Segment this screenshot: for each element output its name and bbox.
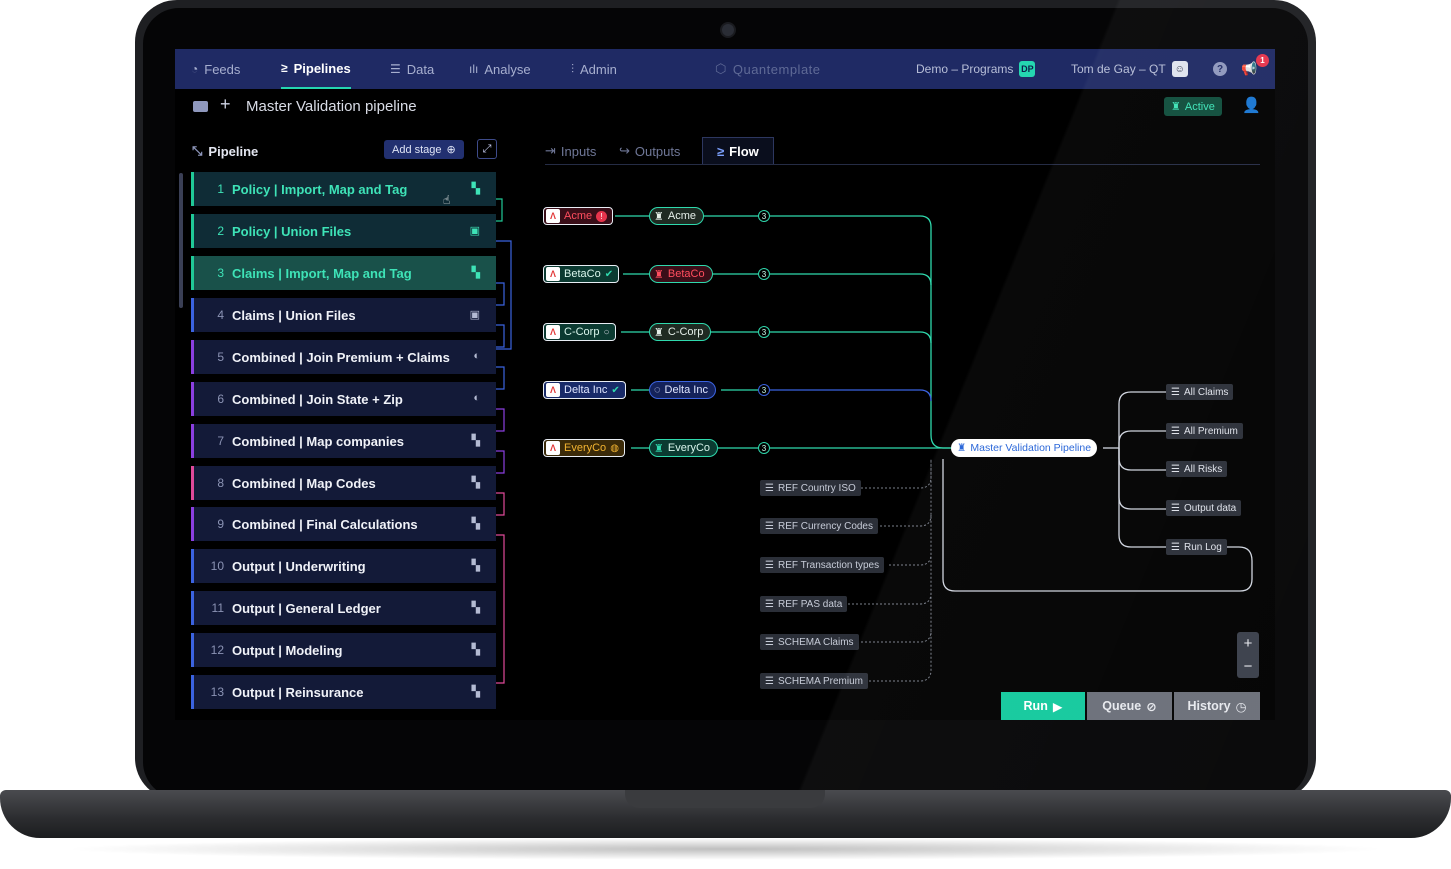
app-screen: ◔ Feeds ≥ Pipelines ☰ Data ılı Analyse ⫶… xyxy=(175,49,1275,720)
source-label: Acme xyxy=(564,210,593,222)
dataset-label: Acme xyxy=(667,210,696,222)
robot-icon: ♜ xyxy=(654,268,664,281)
dataset-icon: ☰ xyxy=(765,598,774,610)
dataset-everyco[interactable]: ♜ EveryCo xyxy=(649,439,719,457)
output-all-premium[interactable]: ☰ All Premium xyxy=(1166,423,1243,439)
run-button[interactable]: Run ▶ xyxy=(1001,692,1085,720)
schema-premium[interactable]: ☰ SCHEMA Premium xyxy=(760,673,868,689)
camera-icon xyxy=(720,22,736,38)
laptop-shadow xyxy=(60,838,1390,860)
ref-label: REF PAS data xyxy=(777,598,843,610)
queue-button[interactable]: Queue ⊘ xyxy=(1087,692,1172,720)
dataset-icon: ☰ xyxy=(765,675,774,687)
check-icon: ✔ xyxy=(611,384,620,396)
lock-icon: ◍ xyxy=(610,442,619,454)
error-icon: ! xyxy=(596,210,608,222)
ref-label: SCHEMA Claims xyxy=(777,636,854,648)
dataset-icon: ☰ xyxy=(1171,463,1180,475)
output-label: All Risks xyxy=(1183,463,1223,475)
ref-label: REF Currency Codes xyxy=(777,520,873,532)
history-button[interactable]: History ◷ xyxy=(1174,692,1260,720)
step-count[interactable]: 3 xyxy=(758,268,770,280)
dataset-delta-inc[interactable]: ◌ Delta Inc xyxy=(649,381,716,399)
source-label: C-Corp xyxy=(564,326,600,338)
pending-icon: ○ xyxy=(603,326,610,338)
run-label: Run xyxy=(1023,699,1048,713)
source-label: EveryCo xyxy=(564,442,607,454)
play-icon: ▶ xyxy=(1052,699,1063,714)
hand-cursor-icon: ☝ xyxy=(443,193,451,207)
master-pipeline-node[interactable]: ♜ Master Validation Pipeline xyxy=(951,439,1098,457)
step-count[interactable]: 3 xyxy=(758,384,770,396)
source-label: Delta Inc xyxy=(564,384,608,396)
master-pipeline-label: Master Validation Pipeline xyxy=(970,442,1092,454)
history-label: History xyxy=(1187,699,1231,713)
source-c-corp[interactable]: Λ C-Corp ○ xyxy=(543,323,616,341)
source-logo-icon: Λ xyxy=(546,325,560,339)
dataset-betaco[interactable]: ♜ BetaCo xyxy=(649,265,713,283)
dataset-icon: ☰ xyxy=(765,482,774,494)
output-all-claims[interactable]: ☰ All Claims xyxy=(1166,384,1234,400)
ref-pas-data[interactable]: ☰ REF PAS data xyxy=(760,596,848,612)
loading-icon: ◌ xyxy=(654,384,661,396)
dataset-icon: ☰ xyxy=(1171,425,1180,437)
zoom-control: + − xyxy=(1237,632,1259,678)
dataset-icon: ☰ xyxy=(765,636,774,648)
queue-label: Queue xyxy=(1102,699,1142,713)
dataset-label: C-Corp xyxy=(667,326,704,338)
flow-connectors xyxy=(615,215,1253,682)
ref-transaction-types[interactable]: ☰ REF Transaction types xyxy=(760,557,885,573)
source-delta-inc[interactable]: Λ Delta Inc ✔ xyxy=(543,381,626,399)
dataset-icon: ☰ xyxy=(1171,502,1180,514)
dataset-c-corp[interactable]: ♜ C-Corp xyxy=(649,323,712,341)
source-logo-icon: Λ xyxy=(546,441,560,455)
step-count[interactable]: 3 xyxy=(758,210,770,222)
step-count[interactable]: 3 xyxy=(758,442,770,454)
clock-icon: ◷ xyxy=(1235,699,1247,714)
schema-claims[interactable]: ☰ SCHEMA Claims xyxy=(760,634,859,650)
output-label: Output data xyxy=(1183,502,1237,514)
ref-label: SCHEMA Premium xyxy=(777,675,863,687)
dataset-icon: ☰ xyxy=(1171,386,1180,398)
dataset-label: EveryCo xyxy=(667,442,711,454)
check-icon: ✔ xyxy=(604,268,614,280)
dataset-label: BetaCo xyxy=(667,268,705,280)
dataset-icon: ☰ xyxy=(765,559,774,571)
ref-country-iso[interactable]: ☰ REF Country ISO xyxy=(760,480,861,496)
robot-icon: ♜ xyxy=(957,442,967,454)
ref-label: REF Country ISO xyxy=(777,482,856,494)
source-everyco[interactable]: Λ EveryCo ◍ xyxy=(543,439,625,457)
robot-icon: ♜ xyxy=(654,326,664,339)
zoom-out-button[interactable]: − xyxy=(1237,655,1259,678)
step-count[interactable]: 3 xyxy=(758,326,770,338)
output-output-data[interactable]: ☰ Output data xyxy=(1166,500,1242,516)
source-logo-icon: Λ xyxy=(546,209,560,223)
dataset-icon: ☰ xyxy=(765,520,774,532)
source-betaco[interactable]: Λ BetaCo ✔ xyxy=(543,265,620,283)
output-label: All Claims xyxy=(1183,386,1229,398)
zoom-in-button[interactable]: + xyxy=(1237,632,1259,655)
output-label: Run Log xyxy=(1183,541,1222,553)
robot-icon: ♜ xyxy=(654,210,664,223)
dataset-acme[interactable]: ♜ Acme xyxy=(649,207,704,225)
ref-currency-codes[interactable]: ☰ REF Currency Codes xyxy=(760,518,878,534)
source-logo-icon: Λ xyxy=(546,267,560,281)
source-logo-icon: Λ xyxy=(546,383,560,397)
output-all-risks[interactable]: ☰ All Risks xyxy=(1166,461,1228,477)
source-label: BetaCo xyxy=(564,268,601,280)
source-acme[interactable]: Λ Acme ! xyxy=(543,207,614,225)
dataset-label: Delta Inc xyxy=(664,384,708,396)
link-icon: ⊘ xyxy=(1146,699,1157,714)
robot-icon: ♜ xyxy=(654,442,664,455)
output-label: All Premium xyxy=(1183,425,1238,437)
dataset-icon: ☰ xyxy=(1171,541,1180,553)
output-run-log[interactable]: ☰ Run Log xyxy=(1166,539,1227,555)
laptop-notch xyxy=(625,790,825,808)
ref-label: REF Transaction types xyxy=(777,559,880,571)
